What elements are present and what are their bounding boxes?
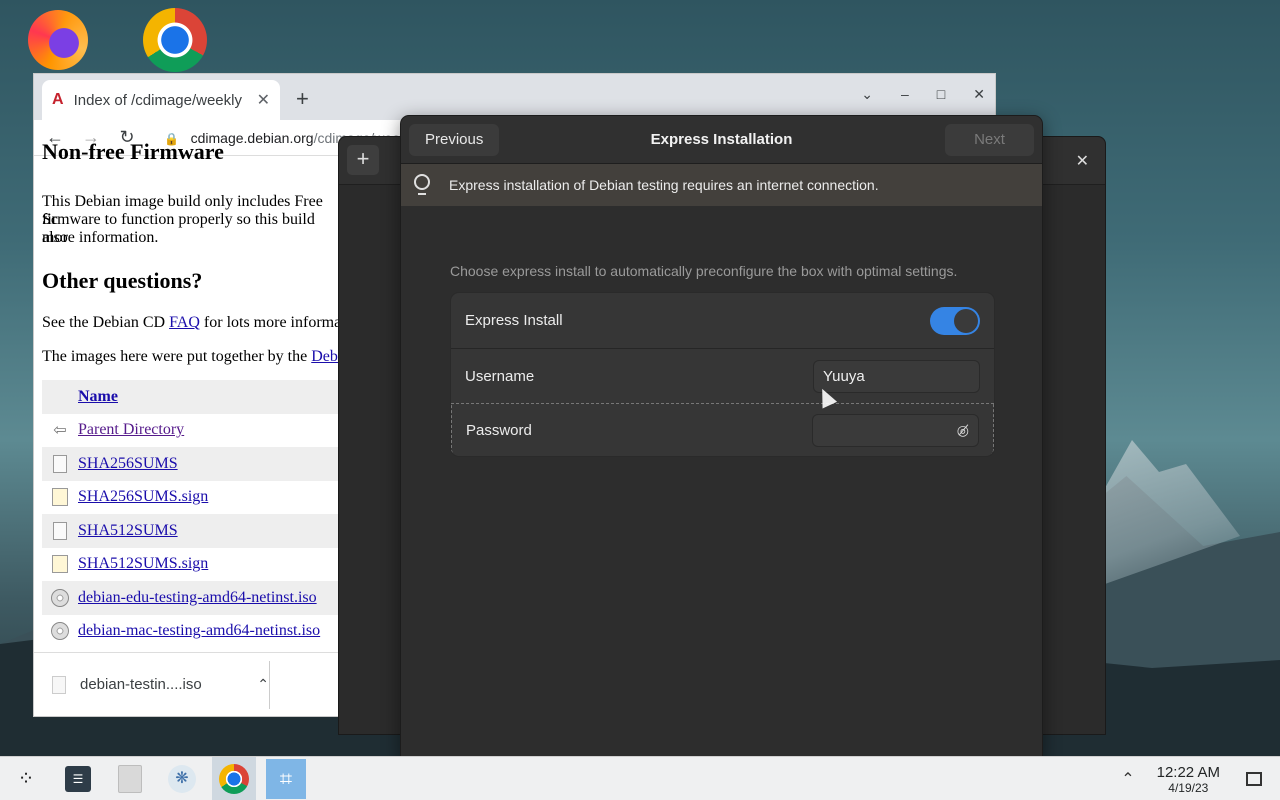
dialog-description: Choose express install to automatically … [450,263,958,279]
file-link[interactable]: SHA512SUMS [78,522,178,540]
file-link[interactable]: debian-mac-testing-amd64-netinst.iso [78,622,320,640]
file-link[interactable]: SHA256SUMS.sign [78,488,208,506]
info-banner: Express installation of Debian testing r… [401,164,1042,206]
maximize-icon[interactable]: □ [937,86,945,103]
files-icon [118,764,142,793]
express-installation-dialog: Previous Express Installation Next Expre… [400,115,1043,760]
download-item[interactable]: debian-testin....iso ⌃ [34,660,270,709]
file-listing: Name ⇦ Parent Directory SHA256SUMS SHA25… [42,380,342,648]
file-icon [52,675,66,694]
tab-search-icon[interactable]: ⌄ [861,86,873,103]
username-row: Username Yuuya [451,348,994,403]
firefox-desktop-icon[interactable] [28,10,88,70]
password-field[interactable]: ◎̸ [812,414,979,447]
close-icon[interactable]: ✕ [1076,151,1089,171]
password-row: Password ◎̸ [451,403,994,456]
tray-expand-icon[interactable]: ⌃ [1121,769,1134,789]
table-row: SHA256SUMS.sign [42,481,342,515]
faq-prefix: See the Debian CD [42,314,170,331]
system-tray: ⌃ 12:22 AM 4/19/23 [1121,757,1280,800]
file-link[interactable]: SHA512SUMS.sign [78,555,208,573]
tab-title: Index of /cdimage/weekly [73,91,242,109]
dialog-header: Previous Express Installation Next [401,116,1042,164]
disc-icon [42,622,78,641]
settings-icon: ☰ [65,765,91,792]
eye-hidden-icon[interactable]: ◎̸ [957,422,969,439]
chevron-up-icon[interactable]: ⌃ [257,676,269,693]
table-header: Name [42,380,342,414]
faq-paragraph: See the Debian CD FAQ for lots more info… [42,314,341,332]
express-install-toggle[interactable] [930,306,980,335]
images-paragraph: The images here were put together by the… [42,348,342,366]
table-row: debian-mac-testing-amd64-netinst.iso [42,615,342,649]
banner-text: Express installation of Debian testing r… [449,177,879,193]
express-install-row: Express Install [451,293,994,348]
file-link[interactable]: Parent Directory [78,421,184,439]
heading-nonfree: Non-free Firmware [42,139,224,164]
settings-card: Express Install Username Yuuya Password … [450,292,995,457]
next-button[interactable]: Next [945,124,1034,156]
taskbar-files[interactable] [108,757,152,800]
taskbar-boxes[interactable]: ⌗ [264,757,308,800]
table-row: debian-edu-testing-amd64-netinst.iso [42,581,342,615]
app-launcher-icon[interactable]: ⁘ [4,757,48,800]
images-prefix: The images here were put together by the [42,348,312,365]
faq-suffix: for lots more informa [199,314,342,331]
table-row: SHA512SUMS.sign [42,548,342,582]
heading-other: Other questions? [42,268,203,293]
file-link[interactable]: debian-edu-testing-amd64-netinst.iso [78,589,317,607]
signature-icon [42,488,78,507]
new-tab-icon[interactable]: + [296,86,309,112]
flatpak-icon: ❋ [168,764,196,793]
clock[interactable]: 12:22 AM 4/19/23 [1157,764,1220,795]
window-controls: ⌄ – □ ✕ [861,86,985,103]
chrome-desktop-icon[interactable] [143,8,207,72]
clock-time: 12:22 AM [1156,763,1220,781]
close-window-icon[interactable]: ✕ [973,86,985,103]
document-icon [42,521,78,540]
username-label: Username [465,367,535,385]
clock-date: 4/19/23 [1168,780,1209,795]
debian-favicon-icon: A [52,91,64,108]
signature-icon [42,555,78,574]
username-field[interactable]: Yuuya [813,359,980,393]
chrome-icon [219,763,249,794]
disc-icon [42,588,78,607]
document-icon [42,454,78,473]
name-column-header[interactable]: Name [78,388,118,406]
add-box-button[interactable]: + [347,145,379,175]
password-label: Password [466,422,532,439]
tab-close-icon[interactable]: ✕ [257,90,270,110]
taskbar-software[interactable]: ❋ [160,757,204,800]
table-row: SHA256SUMS [42,447,342,481]
show-desktop-icon[interactable] [1246,772,1262,786]
back-icon: ⇦ [53,422,67,440]
browser-tab[interactable]: A Index of /cdimage/weekly ✕ [42,80,280,120]
download-name: debian-testin....iso [80,676,202,693]
table-row: SHA512SUMS [42,514,342,548]
minimize-icon[interactable]: – [901,86,909,103]
taskbar: ⁘ ☰ ❋ ⌗ ⌃ 12:22 AM 4/19/23 [0,756,1280,800]
faq-link[interactable]: FAQ [169,314,200,331]
lightbulb-icon [413,174,431,196]
file-link[interactable]: SHA256SUMS [78,455,178,473]
taskbar-settings[interactable]: ☰ [56,757,100,800]
table-row: ⇦ Parent Directory [42,414,342,448]
browser-tab-bar: A Index of /cdimage/weekly ✕ + ⌄ – □ ✕ [34,74,995,120]
boxes-icon: ⌗ [266,758,306,799]
taskbar-chrome[interactable] [212,756,256,800]
express-install-label: Express Install [465,312,563,329]
nonfree-line-3: more information. [42,229,159,246]
